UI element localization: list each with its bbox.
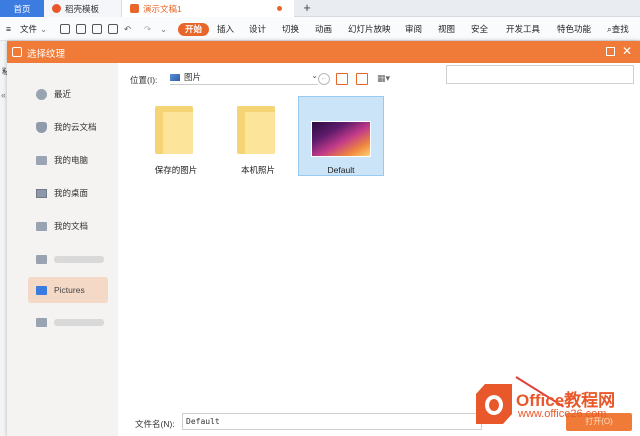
sidebar-item-label: 最近 [54, 89, 72, 99]
menu-design[interactable]: 设计 [249, 23, 266, 36]
menu-developer[interactable]: 开发工具 [506, 23, 540, 36]
back-icon[interactable]: ← [318, 73, 330, 85]
location-select[interactable]: 图片 ⌄ [170, 70, 318, 85]
menu-transition[interactable]: 切换 [282, 23, 299, 36]
file-item-local-photos[interactable]: 本机照片 [215, 96, 301, 176]
sidebar-item-hidden-1[interactable] [28, 246, 108, 272]
sidebar-item-label: Pictures [54, 285, 85, 295]
undo-icon[interactable]: ↶ [124, 23, 131, 36]
file-label: 本机照片 [240, 165, 275, 175]
redo-icon[interactable]: ↷ [144, 23, 151, 36]
tab-document[interactable]: 演示文稿1 [122, 0, 294, 17]
office-logo-icon [476, 384, 512, 424]
filename-input[interactable]: Default [182, 413, 482, 430]
ribbon-menu: ≡ 文件 ⌄ ↶ ↷ ⌄ 开始 插入 设计 切换 动画 幻灯片放映 审阅 视图 … [0, 17, 640, 41]
cloud-icon [36, 121, 47, 133]
menu-search-label: 查找 [611, 24, 629, 34]
sidebar-item-desktop[interactable]: 我的桌面 [28, 180, 108, 206]
places-sidebar: 最近 我的云文档 我的电脑 我的桌面 我的文档 Pictures [7, 63, 118, 436]
save-icon[interactable] [60, 24, 70, 34]
sidebar-item-pictures[interactable]: Pictures [28, 277, 108, 303]
sidebar-item-label: 我的电脑 [54, 155, 89, 165]
preview-icon[interactable] [108, 24, 118, 34]
close-icon[interactable]: ✕ [622, 44, 632, 58]
menu-insert[interactable]: 插入 [217, 23, 234, 36]
sidebar-item-label: 我的桌面 [54, 188, 89, 198]
folder-icon [36, 285, 47, 295]
clock-icon [36, 88, 47, 100]
wps-logo-icon [12, 47, 22, 57]
sidebar-item-computer[interactable]: 我的电脑 [28, 147, 108, 173]
file-label: Default [327, 165, 355, 175]
sidebar-item-documents[interactable]: 我的文档 [28, 213, 108, 239]
dialog-title: 选择纹理 [27, 49, 66, 60]
sidebar-item-label: 我的云文档 [54, 122, 97, 132]
search-menu[interactable]: ⌕查找 [607, 23, 629, 36]
sidebar-item-label: 我的文档 [54, 221, 89, 231]
desktop-icon [36, 188, 47, 198]
tab-document-label: 演示文稿1 [143, 3, 182, 14]
watermark: Office教程网 www.office26.com [476, 382, 636, 432]
unsaved-dot-icon [277, 6, 282, 11]
blurred-label [54, 255, 104, 263]
menu-security[interactable]: 安全 [471, 23, 488, 36]
file-item-saved-pictures[interactable]: 保存的图片 [133, 96, 219, 176]
presentation-icon [130, 4, 139, 13]
sidebar-item-recent[interactable]: 最近 [28, 81, 108, 107]
more-icon[interactable]: ⌄ [160, 23, 167, 36]
docer-icon [52, 4, 61, 13]
folder-icon [36, 254, 47, 264]
menu-slideshow[interactable]: 幻灯片放映 [348, 23, 391, 36]
menu-start[interactable]: 开始 [178, 23, 210, 36]
hamburger-icon[interactable]: ≡ [6, 23, 11, 36]
sidebar-item-hidden-2[interactable] [28, 309, 108, 335]
title-tab-bar: 首页 稻壳模板 演示文稿1 + [0, 0, 640, 17]
menu-animation[interactable]: 动画 [315, 23, 332, 36]
new-folder-icon[interactable] [356, 73, 368, 85]
collapse-icon[interactable]: « [1, 90, 6, 100]
search-input[interactable] [446, 65, 634, 84]
tab-home[interactable]: 首页 [0, 0, 44, 17]
folder-icon [155, 106, 193, 154]
menu-file[interactable]: 文件 [20, 23, 37, 36]
chevron-down-icon: ⌄ [311, 71, 318, 80]
image-thumbnail [311, 121, 371, 157]
folder-icon [237, 106, 275, 154]
menu-special[interactable]: 特色功能 [557, 23, 591, 36]
tab-template-label: 稻壳模板 [65, 3, 100, 14]
maximize-icon[interactable] [606, 47, 615, 56]
tab-template[interactable]: 稻壳模板 [44, 0, 122, 17]
file-item-default[interactable]: Default [298, 96, 384, 176]
select-texture-dialog: 选择纹理 ✕ 最近 我的云文档 我的电脑 我的桌面 我的文档 Pictures … [7, 41, 640, 436]
sidebar-item-cloud[interactable]: 我的云文档 [28, 114, 108, 140]
watermark-url: www.office26.com [518, 408, 607, 420]
folder-icon [36, 317, 47, 327]
folder-icon [36, 221, 47, 231]
pictures-icon [170, 73, 180, 81]
file-label: 保存的图片 [154, 165, 198, 175]
menu-review[interactable]: 审阅 [405, 23, 422, 36]
new-tab-button[interactable]: + [300, 0, 314, 17]
view-mode-icon[interactable]: ▦▾ [377, 73, 397, 85]
computer-icon [36, 155, 47, 165]
dialog-titlebar: 选择纹理 ✕ [7, 41, 640, 63]
location-value: 图片 [184, 72, 202, 82]
chevron-down-icon[interactable]: ⌄ [40, 23, 47, 36]
menu-view[interactable]: 视图 [438, 23, 455, 36]
filename-label: 文件名(N): [135, 419, 175, 429]
blurred-label [54, 318, 104, 326]
export-icon[interactable] [76, 24, 86, 34]
print-icon[interactable] [92, 24, 102, 34]
tab-home-label: 首页 [13, 3, 31, 14]
up-folder-icon[interactable] [336, 73, 348, 85]
location-label: 位置(I): [130, 75, 158, 85]
